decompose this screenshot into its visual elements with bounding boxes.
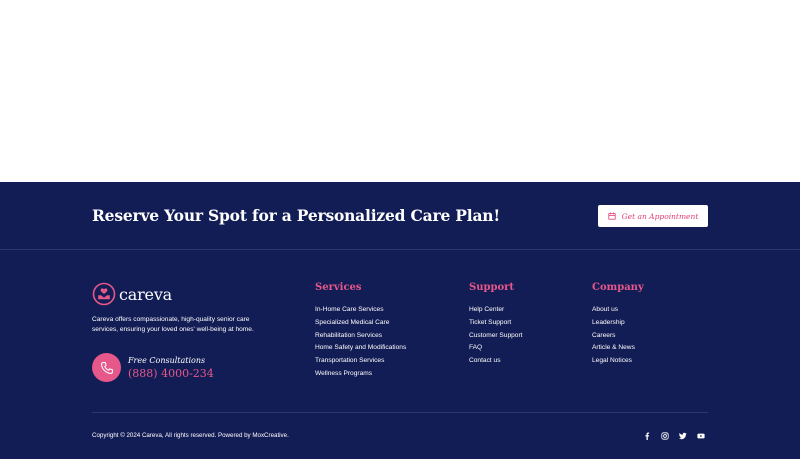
footer-link-company[interactable]: Careers [592, 330, 644, 343]
footer-link-support[interactable]: Contact us [469, 355, 523, 368]
footer-link-services[interactable]: Wellness Programs [315, 368, 406, 381]
instagram-link[interactable] [660, 431, 669, 440]
get-appointment-button[interactable]: Get an Appointment [598, 205, 708, 227]
phone-button[interactable] [92, 353, 121, 382]
footer-bottom-divider [92, 412, 708, 413]
brand-logo[interactable]: careva [92, 282, 172, 306]
consult-label: Free Consultations [128, 355, 206, 365]
footer-divider [0, 249, 800, 250]
youtube-icon [696, 433, 705, 438]
site-footer: Reserve Your Spot for a Personalized Car… [0, 182, 800, 459]
footer-link-company[interactable]: Article & News [592, 342, 644, 355]
footer-link-support[interactable]: Customer Support [469, 330, 523, 343]
cta-title: Reserve Your Spot for a Personalized Car… [92, 206, 500, 225]
footer-link-support[interactable]: FAQ [469, 342, 523, 355]
footer-link-services[interactable]: In-Home Care Services [315, 304, 406, 317]
support-heading: Support [469, 282, 515, 293]
brand-description: Careva offers compassionate, high-qualit… [92, 316, 254, 333]
footer-link-services[interactable]: Specialized Medical Care [315, 317, 406, 330]
footer-column-company: Company About us Leadership Careers Arti… [592, 282, 644, 368]
footer-link-services[interactable]: Rehabilitation Services [315, 330, 406, 343]
instagram-icon [660, 431, 669, 440]
brand-name: careva [119, 284, 172, 304]
social-links [642, 431, 705, 440]
services-heading: Services [315, 282, 362, 293]
footer-column-support: Support Help Center Ticket Support Custo… [469, 282, 523, 368]
company-heading: Company [592, 282, 644, 293]
footer-link-support[interactable]: Ticket Support [469, 317, 523, 330]
footer-column-services: Services In-Home Care Services Specializ… [315, 282, 406, 381]
footer-link-company[interactable]: Legal Notices [592, 355, 644, 368]
get-appointment-label: Get an Appointment [621, 211, 699, 221]
footer-link-services[interactable]: Transportation Services [315, 355, 406, 368]
facebook-icon [644, 432, 649, 440]
copyright-text: Copyright © 2024 Careva, All rights rese… [92, 432, 289, 439]
page-blank-area [0, 0, 800, 182]
footer-link-company[interactable]: Leadership [592, 317, 644, 330]
youtube-link[interactable] [696, 431, 705, 440]
twitter-icon [678, 432, 687, 439]
footer-link-company[interactable]: About us [592, 304, 644, 317]
footer-link-services[interactable]: Home Safety and Modifications [315, 342, 406, 355]
consult-phone-number[interactable]: (888) 4000-234 [128, 367, 214, 380]
careva-logo-icon [92, 282, 116, 306]
free-consultation[interactable]: Free Consultations (888) 4000-234 [92, 353, 214, 382]
calendar-icon [608, 212, 616, 220]
footer-link-support[interactable]: Help Center [469, 304, 523, 317]
twitter-link[interactable] [678, 431, 687, 440]
phone-icon [100, 361, 113, 374]
consult-text: Free Consultations (888) 4000-234 [128, 356, 214, 380]
facebook-link[interactable] [642, 431, 651, 440]
